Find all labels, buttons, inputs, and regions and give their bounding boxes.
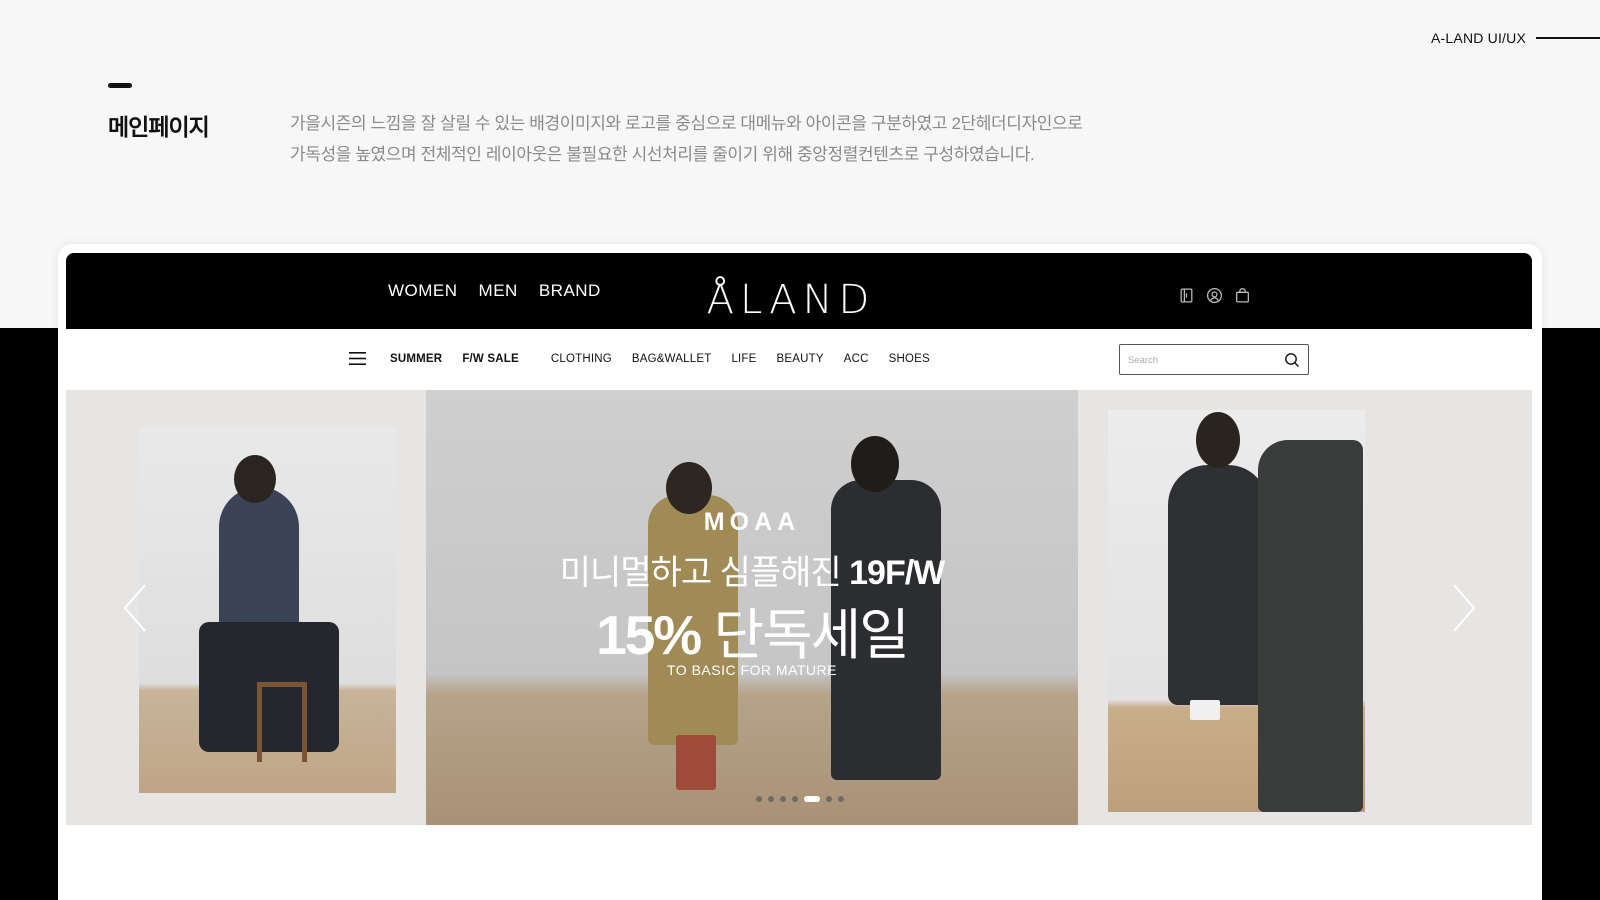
chevron-right-icon[interactable] (1450, 583, 1478, 633)
description-line-1: 가을시즌의 느낌을 잘 살릴 수 있는 배경이미지와 로고를 중심으로 대메뉴와… (290, 114, 1083, 133)
user-icon[interactable] (1206, 287, 1223, 304)
website-mockup: WOMEN MEN BRAND ÅLAND SUMMER F/W SALE CL… (58, 244, 1542, 900)
nav-clothing[interactable]: CLOTHING (551, 353, 612, 365)
book-icon[interactable] (1178, 287, 1195, 304)
pagination-dot[interactable] (756, 796, 762, 802)
hero-headline-2: 15% 단독세일 (426, 590, 1078, 670)
headline-2-bold: 15% (596, 604, 702, 666)
nav-bag-wallet[interactable]: BAG&WALLET (632, 353, 712, 365)
hero-copy: MOAA 미니멀하고 심플해진 19F/W 15% 단독세일 TO BASIC … (426, 390, 1078, 825)
site-logo: ÅLAND (706, 277, 876, 323)
search-box (1119, 344, 1309, 375)
model-socks (1190, 700, 1220, 720)
logo-link[interactable]: ÅLAND (691, 263, 891, 323)
hero-subline: TO BASIC FOR MATURE (667, 662, 837, 678)
pagination-dot[interactable] (804, 796, 820, 802)
nav-brand[interactable]: BRAND (539, 281, 601, 301)
main-nav: WOMEN MEN BRAND (388, 281, 601, 301)
site-frame: WOMEN MEN BRAND ÅLAND SUMMER F/W SALE CL… (66, 253, 1532, 825)
nav-acc[interactable]: ACC (844, 353, 869, 365)
section-title: 메인페이지 (108, 114, 210, 140)
corner-tag: A-LAND UI/UX (1431, 30, 1600, 46)
corner-tag-label: A-LAND UI/UX (1431, 30, 1526, 46)
pagination-dot[interactable] (826, 796, 832, 802)
nav-life[interactable]: LIFE (731, 353, 756, 365)
model-head (234, 455, 276, 503)
site-header: WOMEN MEN BRAND ÅLAND (66, 253, 1532, 329)
nav-shoes[interactable]: SHOES (889, 353, 930, 365)
pagination-dot[interactable] (838, 796, 844, 802)
sub-nav: SUMMER F/W SALE CLOTHING BAG&WALLET LIFE… (66, 329, 1532, 390)
corner-tag-line (1536, 37, 1600, 39)
pagination-dot[interactable] (768, 796, 774, 802)
description-line-2: 가독성을 높였으며 전체적인 레이아웃은 불필요한 시선처리를 줄이기 위해 중… (290, 145, 1035, 164)
headline-1-bold: 19F/W (849, 554, 945, 592)
model-figure (1168, 465, 1268, 705)
nav-fw-sale[interactable]: F/W SALE (462, 353, 519, 365)
category-list: SUMMER F/W SALE CLOTHING BAG&WALLET LIFE… (390, 353, 950, 365)
chevron-left-icon[interactable] (121, 583, 149, 633)
nav-beauty[interactable]: BEAUTY (777, 353, 824, 365)
model-head (1196, 412, 1240, 468)
model-figure (219, 487, 299, 637)
search-icon[interactable] (1284, 352, 1300, 368)
nav-women[interactable]: WOMEN (388, 281, 458, 301)
header-icons (1178, 287, 1251, 304)
model-figure-2 (1258, 440, 1363, 812)
nav-summer[interactable]: SUMMER (390, 353, 442, 365)
stool (257, 682, 307, 762)
section-marker (108, 83, 132, 88)
shopping-bag-icon[interactable] (1234, 287, 1251, 304)
nav-men[interactable]: MEN (479, 281, 518, 301)
hamburger-menu-icon[interactable] (349, 351, 366, 366)
section-description: 가을시즌의 느낌을 잘 살릴 수 있는 배경이미지와 로고를 중심으로 대메뉴와… (290, 108, 1110, 170)
headline-2-regular: 단독세일 (700, 604, 909, 666)
slider-pagination (756, 796, 844, 802)
next-slide-photo (1108, 410, 1365, 812)
hero-headline-1: 미니멀하고 심플해진 19F/W (426, 545, 1078, 594)
search-input[interactable] (1128, 351, 1268, 369)
prev-slide-photo (139, 427, 396, 793)
pagination-dot[interactable] (792, 796, 798, 802)
hero-brand: MOAA (703, 508, 801, 536)
pagination-dot[interactable] (780, 796, 786, 802)
hero-slider: MOAA 미니멀하고 심플해진 19F/W 15% 단독세일 TO BASIC … (66, 390, 1532, 825)
headline-1-regular: 미니멀하고 심플해진 (559, 554, 850, 592)
